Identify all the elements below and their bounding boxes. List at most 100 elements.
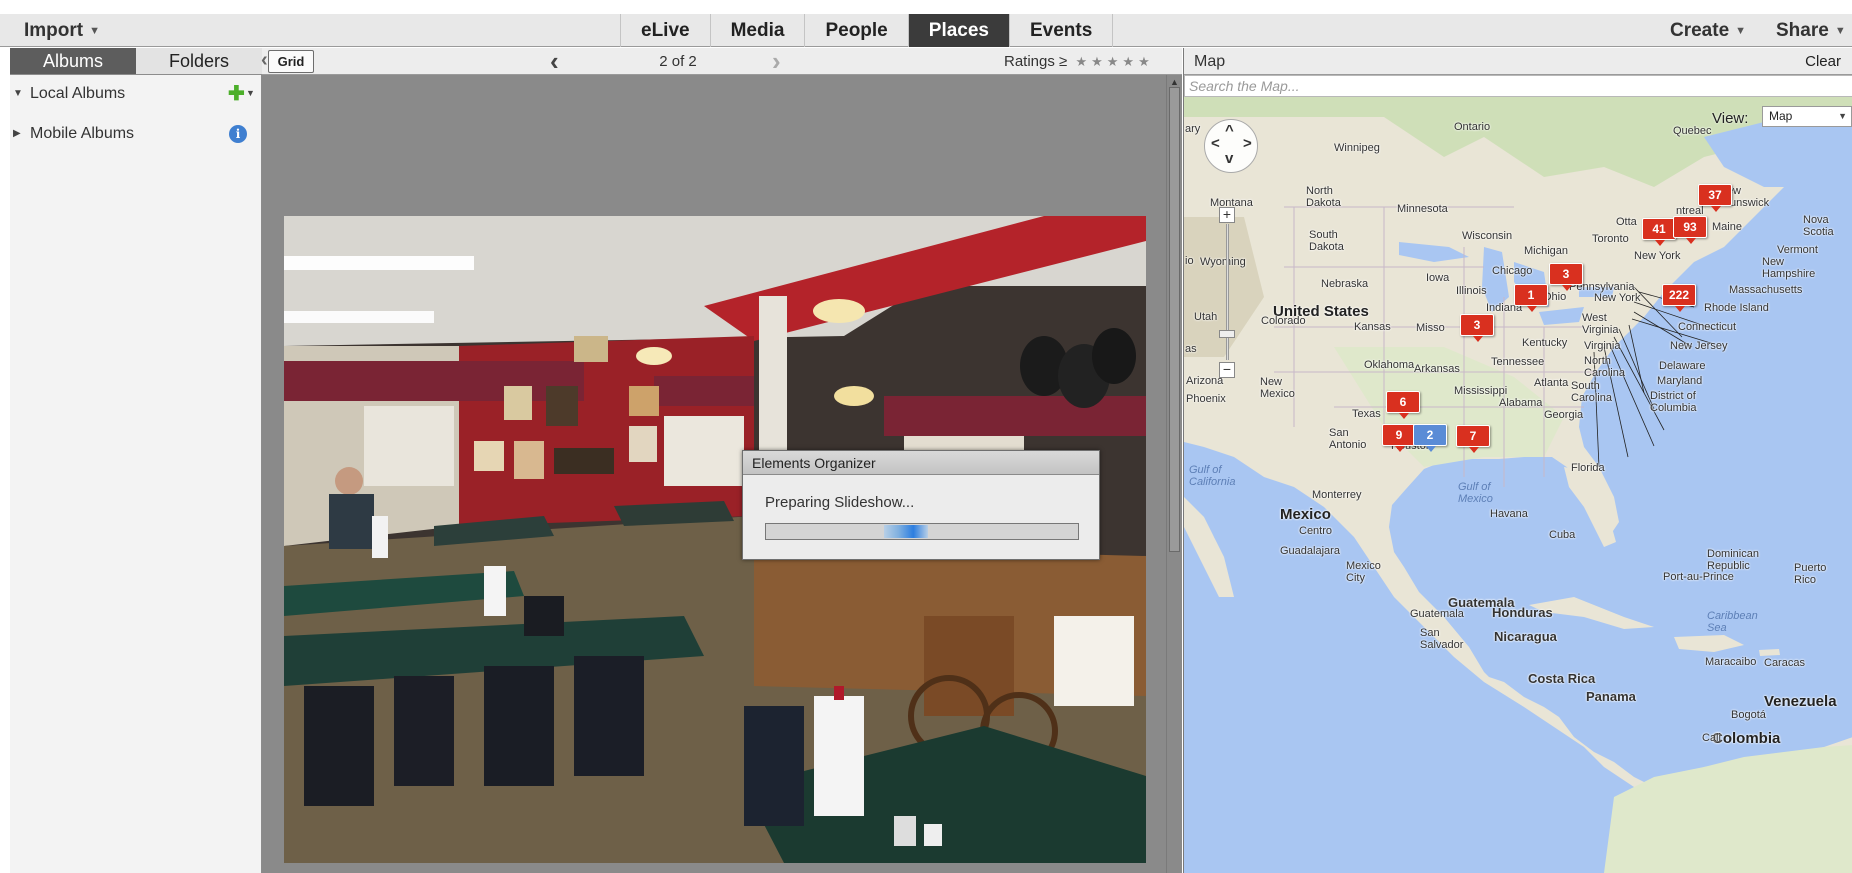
expand-down-icon: ▼ bbox=[13, 88, 23, 99]
create-button[interactable]: Create ▼ bbox=[1670, 14, 1746, 47]
map-label: Gulf of Mexico bbox=[1458, 481, 1493, 505]
photo-marker[interactable]: 1 bbox=[1514, 284, 1548, 312]
map-label: Vermont bbox=[1777, 244, 1818, 256]
map-label: Georgia bbox=[1544, 409, 1584, 421]
next-arrow-icon[interactable]: › bbox=[772, 48, 781, 75]
photo-marker[interactable]: 3 bbox=[1460, 314, 1494, 342]
photo-marker[interactable]: 7 bbox=[1456, 425, 1490, 453]
import-button[interactable]: Import ▼ bbox=[24, 14, 100, 47]
progress-dialog: Elements Organizer Preparing Slideshow..… bbox=[742, 450, 1100, 560]
map-label: New Mexico bbox=[1260, 376, 1295, 400]
zoom-out-button[interactable]: − bbox=[1219, 362, 1235, 378]
star-icon[interactable]: ★ bbox=[1075, 54, 1087, 69]
grid-button[interactable]: Grid bbox=[261, 50, 314, 73]
dialog-message: Preparing Slideshow... bbox=[765, 494, 915, 511]
photo-marker[interactable]: 9 bbox=[1382, 424, 1416, 452]
info-icon[interactable]: i bbox=[229, 125, 247, 143]
tab-people[interactable]: People bbox=[805, 14, 909, 47]
pan-right-icon[interactable]: > bbox=[1243, 135, 1252, 152]
map-label: Honduras bbox=[1492, 605, 1553, 620]
import-label: Import bbox=[24, 20, 84, 41]
previous-arrow-icon[interactable]: ‹ bbox=[550, 48, 559, 75]
map-label: Rhode Island bbox=[1704, 302, 1769, 314]
elements-organizer-window: Import ▼ eLive Media People Places Events… bbox=[0, 0, 1852, 873]
star-icon[interactable]: ★ bbox=[1107, 54, 1119, 69]
map-label: Wyoming bbox=[1200, 256, 1246, 268]
map-label: Chicago bbox=[1492, 265, 1533, 277]
tab-elive[interactable]: eLive bbox=[620, 14, 711, 47]
tab-events[interactable]: Events bbox=[1010, 14, 1114, 47]
photo-marker[interactable]: 37 bbox=[1698, 184, 1732, 212]
map-label: Havana bbox=[1490, 508, 1528, 520]
map-label: Nicaragua bbox=[1494, 629, 1557, 644]
chevron-down-icon: ▼ bbox=[89, 25, 100, 37]
chevron-down-icon: ▼ bbox=[1834, 25, 1846, 37]
map-label: Texas bbox=[1352, 408, 1381, 420]
photo-marker[interactable]: 93 bbox=[1673, 216, 1707, 244]
map-label: Virginia bbox=[1584, 340, 1621, 352]
pan-down-icon[interactable]: v bbox=[1225, 150, 1233, 167]
map-view-value: Map bbox=[1769, 109, 1793, 123]
map-label: Tennessee bbox=[1491, 356, 1545, 368]
map-label: Quebec bbox=[1673, 125, 1712, 137]
map-label: ary bbox=[1185, 123, 1201, 135]
tab-albums[interactable]: Albums bbox=[10, 48, 136, 74]
pan-up-icon[interactable]: ^ bbox=[1225, 122, 1234, 139]
create-label: Create bbox=[1670, 20, 1730, 41]
photo-marker[interactable]: 222 bbox=[1662, 284, 1696, 312]
zoom-slider-thumb[interactable] bbox=[1219, 330, 1235, 338]
map-label: Costa Rica bbox=[1528, 671, 1596, 686]
map-label: Colorado bbox=[1261, 315, 1306, 327]
photo-marker-selected[interactable]: 2 bbox=[1413, 424, 1447, 452]
photo-marker[interactable]: 3 bbox=[1549, 263, 1583, 291]
star-icon[interactable]: ★ bbox=[1138, 54, 1150, 69]
tree-item-mobile-albums[interactable]: ▶ Mobile Albums i bbox=[10, 121, 262, 147]
ratings-filter: Ratings ≥ ★ ★ ★ ★ ★ bbox=[1004, 48, 1150, 75]
chevron-down-icon: ▼ bbox=[246, 88, 255, 98]
star-icon[interactable]: ★ bbox=[1091, 54, 1103, 69]
map-canvas[interactable]: United States Mexico Venezuela Colombia … bbox=[1184, 97, 1852, 873]
map-label: Delaware bbox=[1659, 360, 1706, 372]
zoom-in-button[interactable]: + bbox=[1219, 207, 1235, 223]
map-label: Wisconsin bbox=[1462, 230, 1513, 242]
map-label: Mississippi bbox=[1454, 385, 1508, 397]
map-label: North Dakota bbox=[1306, 185, 1341, 209]
progress-bar bbox=[765, 523, 1079, 540]
tab-folders[interactable]: Folders bbox=[136, 48, 262, 74]
map-label: New Hampshire bbox=[1762, 256, 1816, 280]
ratings-operator[interactable]: ≥ bbox=[1059, 53, 1067, 70]
map-pan-control[interactable]: ^ v < > bbox=[1204, 119, 1258, 173]
map-label: San Salvador bbox=[1420, 627, 1464, 651]
photo-marker[interactable]: 6 bbox=[1386, 391, 1420, 419]
map-label: Caribbean Sea bbox=[1707, 610, 1758, 634]
map-label: Utah bbox=[1194, 311, 1218, 323]
pan-left-icon[interactable]: < bbox=[1211, 135, 1220, 152]
photo-marker[interactable]: 41 bbox=[1642, 218, 1676, 246]
map-label: Minnesota bbox=[1397, 203, 1448, 215]
tree-item-local-albums[interactable]: ▼ Local Albums ✚ ▼ bbox=[10, 81, 262, 107]
map-label: Arkansas bbox=[1414, 363, 1460, 375]
vertical-scrollbar[interactable]: ▲ bbox=[1166, 75, 1182, 873]
expand-right-icon: ▶ bbox=[13, 128, 21, 139]
map-label: Otta bbox=[1616, 216, 1637, 228]
clear-button[interactable]: Clear bbox=[1805, 48, 1841, 75]
map-search-input[interactable] bbox=[1184, 75, 1852, 97]
add-icon[interactable]: ✚ bbox=[228, 81, 245, 107]
viewer-toolbar: Grid ‹ 2 of 2 › Ratings ≥ ★★★★★ bbox=[261, 48, 1182, 75]
tab-media[interactable]: Media bbox=[711, 14, 806, 47]
map-view-select[interactable]: Map ▼ bbox=[1762, 106, 1852, 127]
tab-places[interactable]: Places bbox=[908, 14, 1010, 47]
share-button[interactable]: Share ▼ bbox=[1776, 14, 1846, 47]
scrollbar-thumb[interactable] bbox=[1169, 87, 1180, 552]
map-label: District of Columbia bbox=[1650, 390, 1697, 414]
map-label: Puerto Rico bbox=[1794, 562, 1827, 586]
map-label: Guadalajara bbox=[1280, 545, 1340, 557]
tree-item-label: Local Albums bbox=[30, 85, 126, 102]
star-icon[interactable]: ★ bbox=[1122, 54, 1134, 69]
scroll-up-icon[interactable]: ▲ bbox=[1170, 77, 1179, 87]
map-label: Maine bbox=[1712, 221, 1742, 233]
map-label: Ontario bbox=[1454, 121, 1491, 133]
map-label: Cali bbox=[1702, 732, 1721, 744]
zoom-slider-track[interactable] bbox=[1226, 224, 1229, 360]
map-label: Michigan bbox=[1524, 245, 1569, 257]
